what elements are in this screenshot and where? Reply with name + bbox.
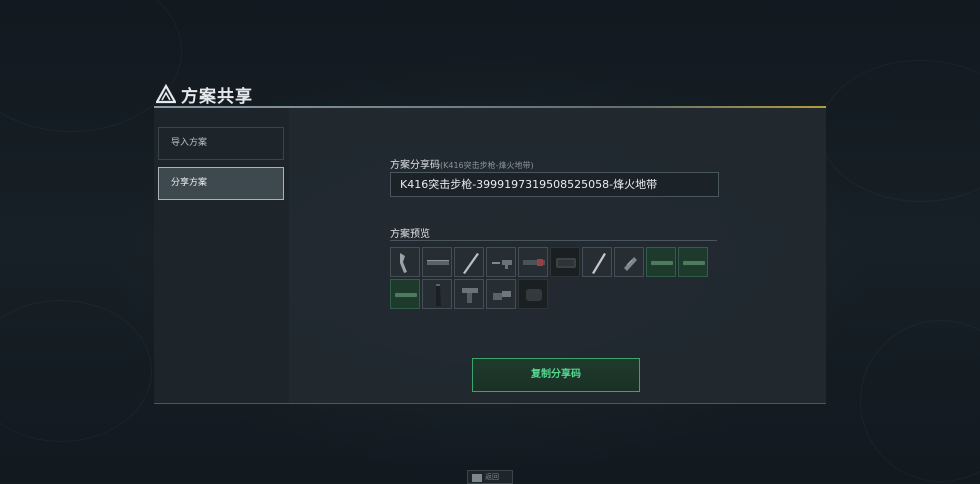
back-hint-label: 返回 [485, 473, 499, 481]
preview-slot[interactable] [422, 247, 452, 277]
long-barrel-icon [592, 253, 606, 274]
receiver-icon [556, 258, 576, 268]
share-panel: 导入方案 分享方案 方案分享码(K416突击步枪-烽火地带) K416突击步枪-… [154, 108, 826, 404]
preview-divider [390, 240, 717, 241]
share-code-title: 方案分享码 [390, 160, 440, 171]
share-code-field[interactable]: K416突击步枪-3999197319508525058-烽火地带 [390, 172, 719, 197]
preview-slot[interactable] [614, 247, 644, 277]
preview-slot[interactable] [422, 279, 452, 309]
preview-slot[interactable] [678, 247, 708, 277]
muzzle-icon [526, 289, 542, 301]
preview-slot[interactable] [486, 279, 516, 309]
share-code-label: 方案分享码(K416突击步枪-烽火地带) [390, 156, 534, 171]
sidebar: 导入方案 分享方案 [154, 108, 289, 403]
page-title: 方案共享 [181, 86, 253, 107]
barrel-icon [463, 253, 479, 274]
esc-key-icon [472, 474, 482, 482]
optic-icon [493, 291, 511, 300]
preview-slot[interactable] [454, 247, 484, 277]
copy-share-code-button[interactable]: 复制分享码 [472, 358, 640, 392]
preview-slot[interactable] [646, 247, 676, 277]
preview-slot[interactable] [390, 247, 420, 277]
preview-slot[interactable] [582, 247, 612, 277]
suppressor-icon [624, 257, 637, 271]
triangle-logo-icon [156, 84, 176, 104]
share-code-sublabel: (K416突击步枪-烽火地带) [440, 161, 534, 170]
window-header: 方案共享 [156, 82, 253, 107]
sidebar-item-import[interactable]: 导入方案 [158, 127, 284, 160]
magazine-icon [436, 284, 441, 306]
grip-icon [462, 288, 478, 303]
rail-cover-icon [395, 293, 417, 297]
preview-slot[interactable] [390, 279, 420, 309]
preview-slot[interactable] [454, 279, 484, 309]
scope-mount-icon [492, 260, 512, 269]
rail-icon [427, 260, 449, 265]
preview-slot[interactable] [518, 247, 548, 277]
preview-slot[interactable] [550, 247, 580, 277]
handguard-icon [523, 259, 545, 266]
preview-slot[interactable] [486, 247, 516, 277]
preview-slot[interactable] [518, 279, 548, 309]
rail-cover-icon [651, 261, 673, 265]
rail-cover-icon [683, 261, 705, 265]
preview-label: 方案预览 [390, 229, 430, 240]
stock-icon [400, 253, 407, 273]
sidebar-item-share[interactable]: 分享方案 [158, 167, 284, 200]
